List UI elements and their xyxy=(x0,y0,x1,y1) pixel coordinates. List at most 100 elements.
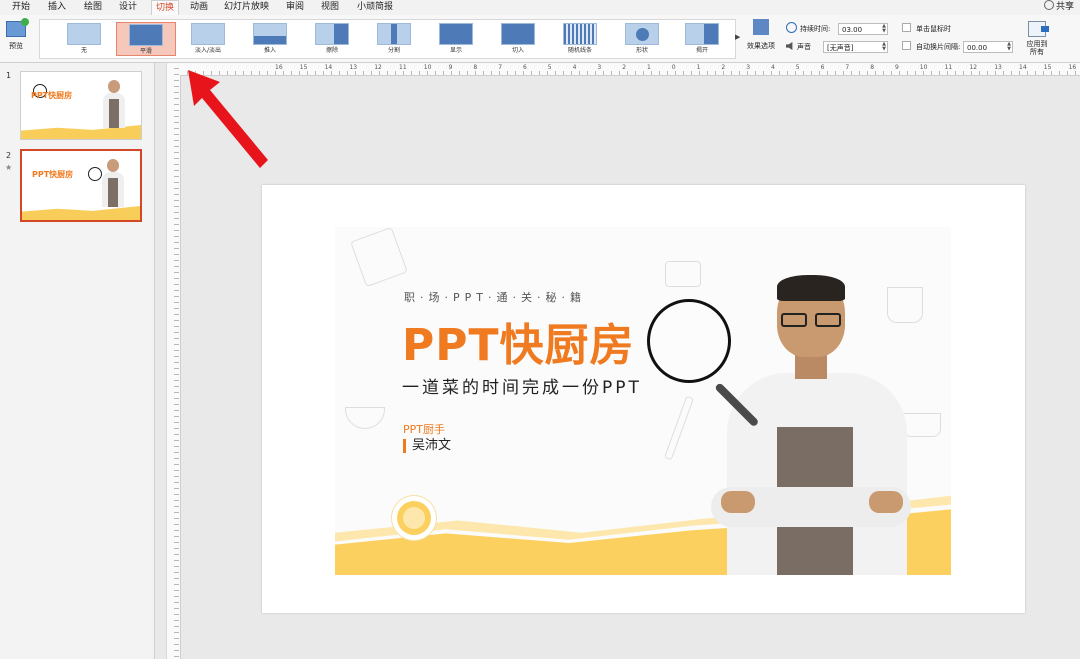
transition-random-bars-icon xyxy=(563,23,597,45)
ruler-tick-label: 12 xyxy=(969,64,978,71)
share-label: 共享 xyxy=(1055,2,1074,12)
share-button[interactable]: 共享 xyxy=(1043,0,1074,15)
ruler-tick-label: 3 xyxy=(746,64,751,71)
transition-uncover-icon xyxy=(685,23,719,45)
sound-select[interactable]: [无声音] ▲ ▼ xyxy=(823,41,888,53)
transition-morph[interactable]: 平滑 xyxy=(116,22,176,56)
after-time-value: 00.00 xyxy=(967,44,988,52)
gallery-more-arrow-icon[interactable]: ▶ xyxy=(735,33,740,41)
ruler-tick-label: 14 xyxy=(1019,64,1027,71)
transition-label: 显示 xyxy=(449,47,462,54)
horizontal-ruler: 16 15 14 13 12 11 10 9 8 7 6 5 4 3 2 1 0 1 2 3 4 5 6 7 8 9 10 11 12 1… xyxy=(180,63,1080,76)
transition-label: 平滑 xyxy=(139,48,152,55)
after-time-field[interactable]: 00.00 ▲ ▼ xyxy=(963,41,1013,53)
tab-design[interactable]: 设计 xyxy=(119,0,137,15)
ruler-tick-label: 15 xyxy=(299,64,308,71)
tab-transitions[interactable]: 切换 xyxy=(151,0,180,16)
after-checkbox[interactable] xyxy=(902,41,911,50)
transition-gallery: 无 平滑 淡入/淡出 推入 擦除 分割 显示 切入 随机线条 形状 揭开 xyxy=(39,19,736,59)
slide-thumbnail-title: PPT快厨房 xyxy=(31,91,73,100)
sound-value: [无声音] xyxy=(827,44,854,52)
person-image xyxy=(102,159,124,209)
ribbon: 预览 无 平滑 淡入/淡出 推入 擦除 分割 显示 切入 随机线条 形状 揭开 … xyxy=(0,15,1080,63)
timing-group: 持续时间: 03.00 ▲ ▼ 声音 [无声音] ▲ ▼ xyxy=(786,19,896,59)
slide-number: 1 xyxy=(6,71,12,80)
transition-label: 淡入/淡出 xyxy=(194,47,222,54)
slide-thumbnail-1[interactable]: PPT快厨房 xyxy=(20,71,142,140)
transition-shape[interactable]: 形状 xyxy=(612,22,672,56)
slide-thumbnail-pane: 1 PPT快厨房 2 ★ PPT快厨房 xyxy=(0,63,155,659)
slide-subtitle: 一道菜的时间完成一份PPT xyxy=(402,378,642,398)
tab-slideshow[interactable]: 幻灯片放映 xyxy=(224,0,269,15)
tab-view[interactable]: 视图 xyxy=(321,0,339,15)
duration-stepper[interactable]: ▲ ▼ xyxy=(882,24,886,34)
sound-label: 声音 xyxy=(797,43,811,51)
tab-insert[interactable]: 插入 xyxy=(48,0,66,15)
preview-label: 预览 xyxy=(9,42,23,50)
author-name: 吴沛文 xyxy=(403,439,451,453)
ruler-tick-label: 4 xyxy=(572,64,577,71)
transition-random-bars[interactable]: 随机线条 xyxy=(550,22,610,56)
slide-kicker: 职·场·PPT·通·关·秘·籍 xyxy=(404,291,586,304)
transition-fade[interactable]: 淡入/淡出 xyxy=(178,22,238,56)
duration-value: 03.00 xyxy=(842,26,863,34)
duration-field[interactable]: 03.00 ▲ ▼ xyxy=(838,23,888,35)
transition-split[interactable]: 分割 xyxy=(364,22,424,56)
duration-label: 持续时间: xyxy=(800,25,831,33)
transition-cut-icon xyxy=(501,23,535,45)
on-click-checkbox[interactable] xyxy=(902,23,911,32)
transition-reveal[interactable]: 显示 xyxy=(426,22,486,56)
ruler-tick-label: 2 xyxy=(721,64,726,71)
apply-to-all-label: 应用到所有 xyxy=(1026,40,1048,56)
apply-to-all-button[interactable]: 应用到所有 xyxy=(1024,21,1050,56)
person-add-icon xyxy=(1043,0,1054,10)
ruler-tick-label: 16 xyxy=(1068,64,1077,71)
menu-bar: 开始 插入 绘图 设计 切换 动画 幻灯片放映 审阅 视图 小顽简报 共享 xyxy=(0,0,1080,16)
ruler-tick-label: 7 xyxy=(845,64,850,71)
after-label: 自动换片间隔: xyxy=(916,43,961,51)
ruler-tick-label: 8 xyxy=(870,64,875,71)
author-role: PPT厨手 xyxy=(403,423,445,436)
ruler-tick-label: 6 xyxy=(523,64,527,71)
tab-addin[interactable]: 小顽简报 xyxy=(357,0,393,15)
preview-button[interactable]: 预览 xyxy=(5,18,29,51)
ruler-tick-label: 4 xyxy=(771,64,775,71)
apply-to-all-icon xyxy=(1028,21,1049,37)
transition-none[interactable]: 无 xyxy=(54,22,114,56)
transition-morph-icon xyxy=(129,24,163,46)
tab-review[interactable]: 审阅 xyxy=(286,0,304,15)
kitchen-tool-icon xyxy=(665,261,701,287)
transition-fade-icon xyxy=(191,23,225,45)
transition-cut[interactable]: 切入 xyxy=(488,22,548,56)
ruler-tick-label: 2 xyxy=(622,64,627,71)
ruler-tick-label: 11 xyxy=(944,64,953,71)
tab-animations[interactable]: 动画 xyxy=(190,0,208,15)
effect-options-icon xyxy=(753,19,769,35)
ruler-tick-label: 14 xyxy=(324,64,333,71)
transition-split-icon xyxy=(377,23,411,45)
transition-uncover[interactable]: 揭开 xyxy=(672,22,732,56)
red-arrow-annotation xyxy=(188,70,268,168)
transition-push-icon xyxy=(253,23,287,45)
sun-decoration xyxy=(397,501,431,535)
transition-star-icon: ★ xyxy=(5,163,13,172)
tab-home[interactable]: 开始 xyxy=(12,0,30,15)
ruler-tick-label: 3 xyxy=(597,64,602,71)
transition-shape-icon xyxy=(625,23,659,45)
transition-label: 揭开 xyxy=(695,47,708,54)
after-time-stepper[interactable]: ▲ ▼ xyxy=(1007,42,1011,52)
transition-push[interactable]: 推入 xyxy=(240,22,300,56)
slide-canvas[interactable]: 职·场·PPT·通·关·秘·籍 PPT快厨房 一道菜的时间完成一份PPT PPT… xyxy=(262,185,1025,613)
ruler-tick-label: 9 xyxy=(448,64,453,71)
slide-thumbnail-2[interactable]: PPT快厨房 xyxy=(20,149,142,222)
effect-options-button[interactable]: 效果选项 xyxy=(746,19,776,51)
transition-label: 切入 xyxy=(511,47,524,54)
preview-icon xyxy=(6,18,29,37)
transition-label: 推入 xyxy=(263,47,276,54)
ruler-tick-label: 11 xyxy=(399,64,407,71)
magnifier-icon xyxy=(88,167,102,181)
transition-wipe[interactable]: 擦除 xyxy=(302,22,362,56)
tab-draw[interactable]: 绘图 xyxy=(84,0,102,15)
vertical-ruler xyxy=(166,63,181,659)
ruler-tick-label: 13 xyxy=(994,64,1002,71)
